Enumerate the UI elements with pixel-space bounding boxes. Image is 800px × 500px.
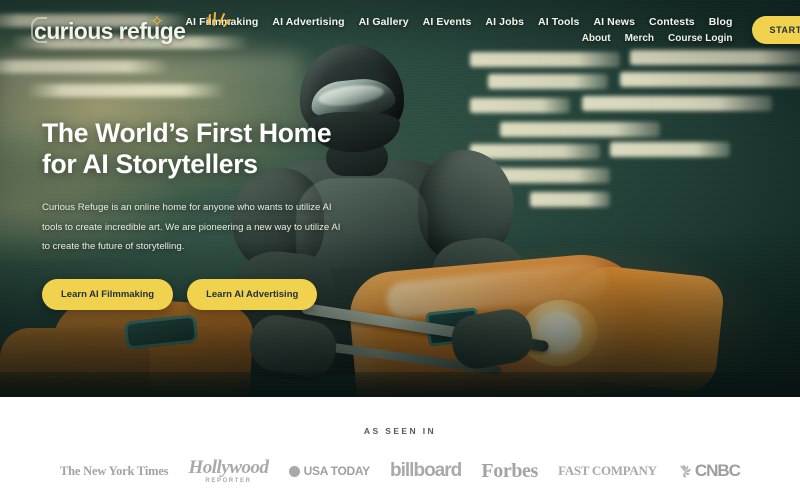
peacock-icon xyxy=(679,464,691,478)
logo-circle-accent-small-icon xyxy=(156,42,161,47)
nav-item-ai-gallery[interactable]: AI Gallery xyxy=(359,16,409,28)
site-header: curious refuge ✧ AI Filmmaking AI Advert… xyxy=(0,0,800,58)
nav-item-ai-advertising[interactable]: AI Advertising xyxy=(272,16,344,28)
as-seen-in-label: AS SEEN IN xyxy=(363,426,437,436)
logo-fast-company: FAST COMPANY xyxy=(558,463,657,478)
nav-item-contests[interactable]: Contests xyxy=(649,16,695,28)
logo-circle-accent-icon xyxy=(146,38,153,45)
nav-secondary-row: About Merch Course Login xyxy=(582,33,733,44)
nav-primary-row: AI Filmmaking AI Advertising AI Gallery … xyxy=(185,16,732,28)
usa-today-circle-icon xyxy=(288,465,300,477)
logo-usa-today: USA TODAY xyxy=(288,464,371,478)
sparkle-star-icon: ✧ xyxy=(149,12,165,31)
hero-title: The World’s First Home for AI Storytelle… xyxy=(42,118,372,180)
learn-ai-advertising-button[interactable]: Learn AI Advertising xyxy=(187,278,318,310)
nav-item-merch[interactable]: Merch xyxy=(625,33,654,44)
nav-item-ai-jobs[interactable]: AI Jobs xyxy=(485,16,524,28)
main-navigation: AI Filmmaking AI Advertising AI Gallery … xyxy=(185,16,736,44)
logo-forbes: Forbes xyxy=(481,459,538,482)
hero-title-line-2: for AI Storytellers xyxy=(42,149,258,179)
logo-cnbc: CNBC xyxy=(677,461,741,481)
as-seen-in-section: AS SEEN IN The New York Times Hollywood … xyxy=(0,397,800,500)
hero-content: The World’s First Home for AI Storytelle… xyxy=(42,118,372,310)
logo-reporter-word: REPORTER xyxy=(205,478,252,484)
hero-button-group: Learn AI Filmmaking Learn AI Advertising xyxy=(42,278,372,310)
logo-hollywood-word: Hollywood xyxy=(188,457,269,478)
nav-item-course-login[interactable]: Course Login xyxy=(668,33,732,44)
nav-item-blog[interactable]: Blog xyxy=(709,16,733,28)
logo-billboard: billboard xyxy=(390,460,462,481)
nav-item-ai-news[interactable]: AI News xyxy=(593,16,635,28)
nav-item-ai-tools[interactable]: AI Tools xyxy=(538,16,579,28)
nav-item-ai-events[interactable]: AI Events xyxy=(423,16,472,28)
start-for-free-button[interactable]: START FOR FREE xyxy=(752,16,800,44)
logo-bracket-icon xyxy=(31,17,47,43)
logo-cnbc-text: CNBC xyxy=(694,461,741,480)
brand-logo[interactable]: curious refuge ✧ xyxy=(31,12,231,48)
hero-title-line-1: The World’s First Home xyxy=(42,118,332,148)
logo-burst-icon xyxy=(207,12,231,27)
press-logo-row: The New York Times Hollywood REPORTER US… xyxy=(20,458,780,484)
learn-ai-filmmaking-button[interactable]: Learn AI Filmmaking xyxy=(42,278,174,310)
logo-usa-today-text: USA TODAY xyxy=(303,464,371,478)
logo-the-new-york-times: The New York Times xyxy=(60,463,169,478)
nav-item-about[interactable]: About xyxy=(582,33,611,44)
hero-section: curious refuge ✧ AI Filmmaking AI Advert… xyxy=(0,0,800,397)
hero-paragraph: Curious Refuge is an online home for any… xyxy=(42,202,341,253)
logo-the-hollywood-reporter: Hollywood REPORTER xyxy=(189,458,269,484)
